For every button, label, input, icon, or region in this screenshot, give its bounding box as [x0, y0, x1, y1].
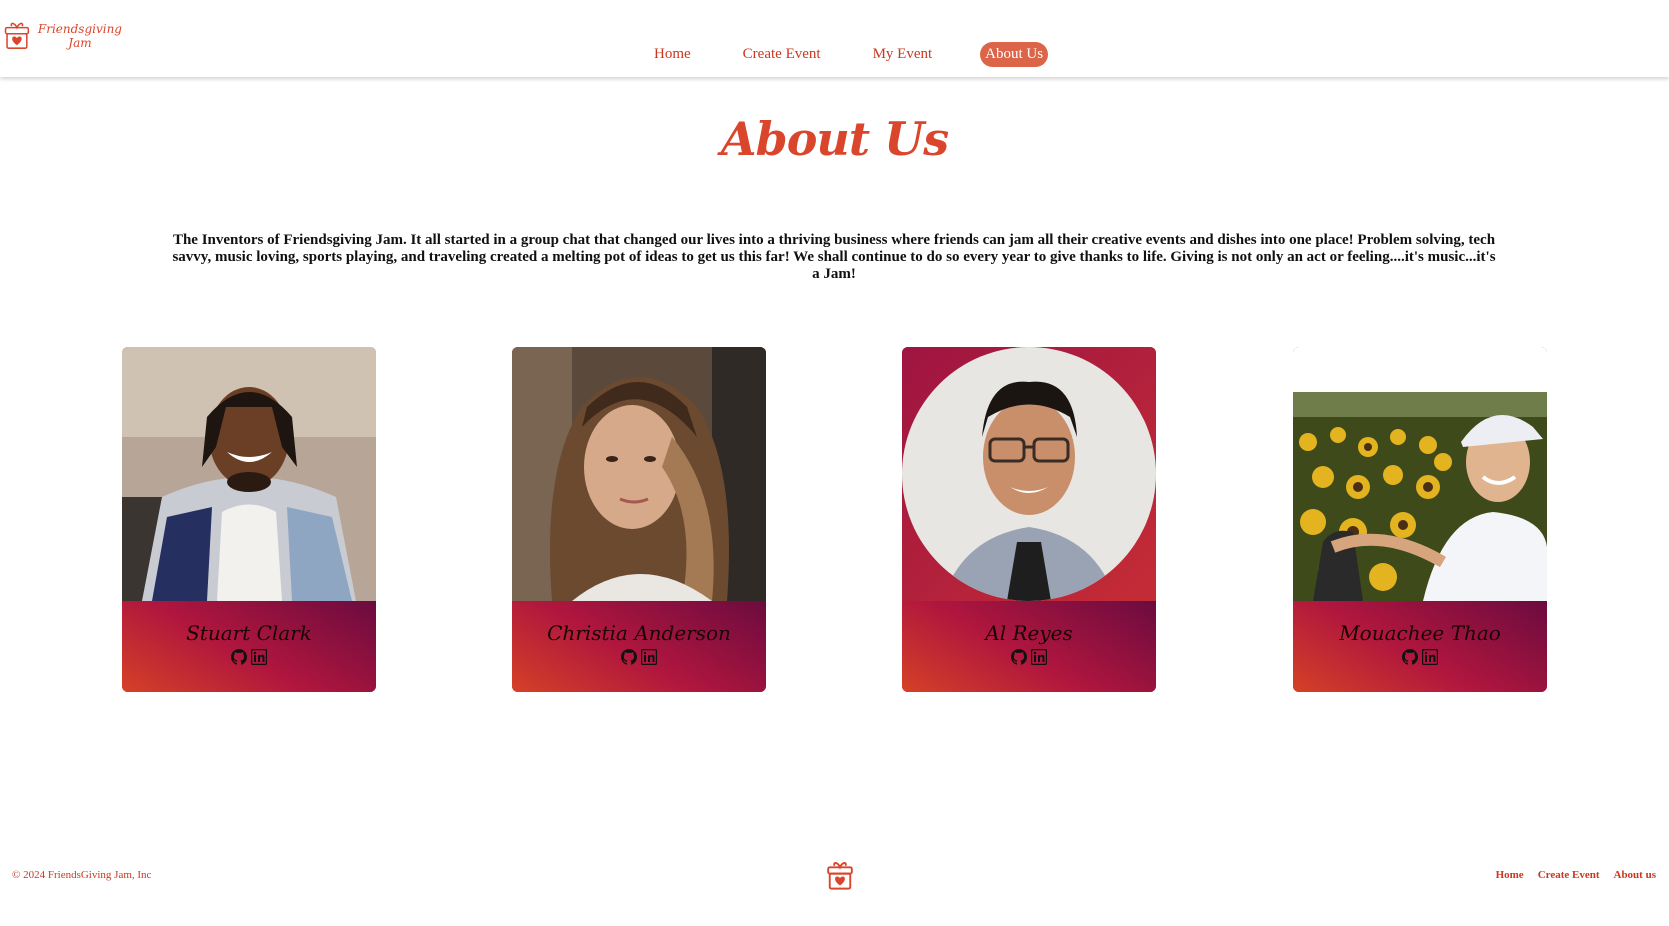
team-member-name: Mouachee Thao: [1339, 621, 1501, 645]
team-card-christia-anderson: Christia Anderson: [512, 347, 766, 692]
team-photo-mouachee-thao: [1293, 347, 1547, 601]
team-member-name: Al Reyes: [985, 621, 1073, 645]
brand-name-line1: Friendsgiving: [37, 22, 122, 36]
linkedin-icon[interactable]: [1422, 649, 1438, 665]
gift-heart-icon[interactable]: [826, 861, 854, 891]
team-photo-christia-anderson: [512, 347, 766, 601]
team-member-name: Stuart Clark: [186, 621, 312, 645]
footer-copyright: © 2024 FriendsGiving Jam, Inc: [12, 869, 152, 881]
footer-link-about-us[interactable]: About us: [1614, 869, 1657, 881]
github-icon[interactable]: [621, 649, 637, 665]
nav-my-event[interactable]: My Event: [869, 42, 937, 67]
github-icon[interactable]: [231, 649, 247, 665]
social-links: [1293, 649, 1547, 665]
github-icon[interactable]: [1402, 649, 1418, 665]
brand-name-line2: Jam: [68, 36, 92, 50]
team-card-footer: Al Reyes: [902, 601, 1156, 692]
nav-create-event[interactable]: Create Event: [739, 42, 825, 67]
brand-name: Friendsgiving Jam: [38, 22, 122, 50]
gift-heart-icon: [4, 22, 30, 49]
team-card-al-reyes: Al Reyes: [902, 347, 1156, 692]
team-photo-stuart-clark: [122, 347, 376, 601]
team-member-name: Christia Anderson: [547, 621, 731, 645]
team-card-footer: Mouachee Thao: [1293, 601, 1547, 692]
brand-logo[interactable]: Friendsgiving Jam: [4, 16, 122, 56]
intro-paragraph: The Inventors of Friendsgiving Jam. It a…: [172, 232, 1496, 282]
social-links: [902, 649, 1156, 665]
footer-link-create-event[interactable]: Create Event: [1538, 869, 1600, 881]
social-links: [122, 649, 376, 665]
site-header: Friendsgiving Jam Home Create Event My E…: [0, 0, 1669, 77]
page-title: About Us: [720, 112, 949, 166]
nav-about-us[interactable]: About Us: [980, 42, 1049, 67]
github-icon[interactable]: [1011, 649, 1027, 665]
main-nav: Home Create Event My Event About Us: [650, 42, 1049, 67]
team-card-footer: Christia Anderson: [512, 601, 766, 692]
team-card-mouachee-thao: Mouachee Thao: [1293, 347, 1547, 692]
linkedin-icon[interactable]: [641, 649, 657, 665]
footer-link-home[interactable]: Home: [1496, 869, 1524, 881]
footer-nav: Home Create Event About us: [1496, 869, 1656, 881]
nav-home[interactable]: Home: [650, 42, 695, 67]
team-card-stuart-clark: Stuart Clark: [122, 347, 376, 692]
social-links: [512, 649, 766, 665]
team-card-footer: Stuart Clark: [122, 601, 376, 692]
linkedin-icon[interactable]: [1031, 649, 1047, 665]
linkedin-icon[interactable]: [251, 649, 267, 665]
team-photo-al-reyes: [902, 347, 1156, 601]
